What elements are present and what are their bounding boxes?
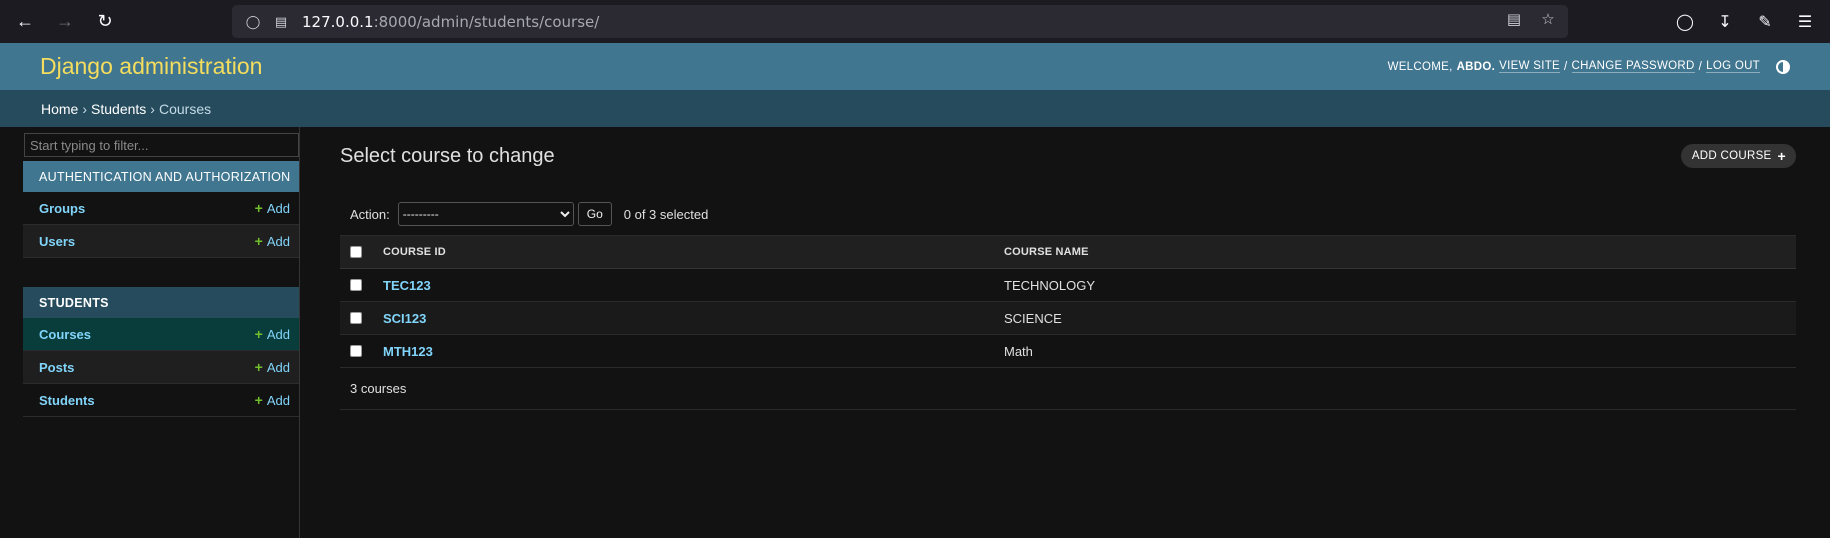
add-course-button[interactable]: Add course + [1680, 144, 1796, 168]
sidebar-item-label[interactable]: Groups [39, 201, 85, 216]
nav-filter-input[interactable] [24, 133, 299, 157]
url-text[interactable]: 127.0.0.1:8000/admin/students/course/ [302, 13, 599, 31]
username: abdo. [1456, 60, 1496, 73]
shield-icon[interactable]: ◯ [242, 11, 264, 33]
add-label: Add [266, 200, 290, 216]
add-label: Add [266, 326, 290, 342]
download-icon[interactable]: ↧ [1712, 12, 1738, 32]
plus-icon: + [1777, 148, 1786, 164]
add-label: Add [266, 392, 290, 408]
bookmark-star-icon[interactable]: ☆ [1538, 10, 1558, 28]
breadcrumb-separator: › [150, 100, 155, 117]
column-header-course-name[interactable]: Course name [1004, 246, 1089, 258]
row-checkbox[interactable] [350, 312, 362, 324]
separator: / [1564, 60, 1568, 73]
column-header-course-id[interactable]: Course ID [383, 246, 446, 258]
table-row: SCI123 SCIENCE [340, 302, 1796, 335]
course-name: SCIENCE [1004, 310, 1062, 326]
url-path: :8000/admin/students/course/ [373, 12, 600, 31]
table-header: Course ID Course name [340, 235, 1796, 269]
add-label: Add [266, 359, 290, 375]
course-id-link[interactable]: SCI123 [383, 311, 426, 326]
plus-icon: + [254, 392, 263, 408]
sidebar-item-students: Students + Add [23, 384, 299, 417]
actions-bar: Action: --------- Go 0 of 3 selected [350, 202, 708, 226]
sidebar-item-label[interactable]: Posts [39, 360, 74, 375]
add-posts-link[interactable]: + Add [255, 359, 290, 375]
pocket-icon[interactable]: ◯ [1672, 12, 1698, 32]
table-row: MTH123 Math [340, 335, 1796, 368]
sidebar-item-groups: Groups + Add [23, 192, 299, 225]
url-bar[interactable]: ◯ ▤ 127.0.0.1:8000/admin/students/course… [232, 5, 1568, 38]
log-out-link[interactable]: Log out [1706, 60, 1760, 73]
theme-toggle-icon[interactable] [1776, 59, 1790, 74]
breadcrumb-separator: › [82, 100, 88, 117]
url-host: 127.0.0.1 [302, 12, 374, 31]
add-courses-link[interactable]: + Add [255, 326, 290, 342]
user-tools: Welcome, abdo. View site / Change passwo… [1387, 59, 1790, 74]
add-label: Add [266, 233, 290, 249]
site-header: Django administration Welcome, abdo. Vie… [0, 43, 1830, 90]
forward-arrow-icon[interactable]: → [50, 7, 80, 37]
site-branding[interactable]: Django administration [40, 53, 262, 80]
table-row: TEC123 TECHNOLOGY [340, 269, 1796, 302]
back-arrow-icon[interactable]: ← [10, 7, 40, 37]
action-label: Action: [350, 206, 390, 222]
go-button[interactable]: Go [577, 202, 612, 226]
reload-icon[interactable]: ↻ [90, 7, 120, 37]
results-table: Course ID Course name TEC123 TECHNOLOGY … [340, 235, 1796, 410]
nav-sidebar: Authentication and Authorization Groups … [23, 127, 300, 538]
plus-icon: + [254, 200, 263, 216]
page-title: Select course to change [340, 145, 555, 167]
add-students-link[interactable]: + Add [255, 392, 290, 408]
change-password-link[interactable]: Change password [1571, 60, 1695, 73]
row-checkbox[interactable] [350, 279, 362, 291]
page-icon[interactable]: ▤ [270, 11, 292, 33]
plus-icon: + [254, 326, 263, 342]
module-caption-auth[interactable]: Authentication and Authorization [23, 161, 299, 192]
add-users-link[interactable]: + Add [255, 233, 290, 249]
breadcrumb-home[interactable]: Home [41, 101, 78, 117]
view-site-link[interactable]: View site [1499, 60, 1560, 73]
extensions-icon[interactable]: ✎ [1752, 12, 1778, 32]
menu-icon[interactable]: ☰ [1792, 12, 1818, 32]
course-id-link[interactable]: TEC123 [383, 278, 431, 293]
course-name: TECHNOLOGY [1004, 277, 1096, 293]
sidebar-item-users: Users + Add [23, 225, 299, 258]
paginator: 3 courses [340, 368, 1796, 410]
plus-icon: + [254, 233, 263, 249]
add-groups-link[interactable]: + Add [255, 200, 290, 216]
row-checkbox[interactable] [350, 345, 362, 357]
reader-view-icon[interactable]: ▤ [1504, 10, 1524, 28]
module-caption-students[interactable]: Students [23, 287, 299, 318]
plus-icon: + [254, 359, 263, 375]
browser-toolbar: ← → ↻ ◯ ▤ 127.0.0.1:8000/admin/students/… [0, 0, 1830, 43]
sidebar-item-posts: Posts + Add [23, 351, 299, 384]
breadcrumb-app[interactable]: Students [91, 101, 146, 117]
sidebar-item-label[interactable]: Courses [39, 327, 91, 342]
sidebar-item-label[interactable]: Users [39, 234, 75, 249]
course-name: Math [1004, 343, 1033, 359]
welcome-text: Welcome, [1387, 60, 1453, 73]
sidebar-item-courses: Courses + Add [23, 318, 299, 351]
sidebar-item-label[interactable]: Students [39, 393, 95, 408]
selection-count: 0 of 3 selected [623, 206, 709, 222]
separator: / [1698, 60, 1703, 73]
course-id-link[interactable]: MTH123 [383, 344, 433, 359]
breadcrumb-current: Courses [158, 100, 212, 117]
add-course-label: Add course [1691, 150, 1772, 162]
breadcrumb: Home › Students › Courses [0, 90, 1830, 127]
action-select[interactable]: --------- [397, 202, 574, 226]
select-all-checkbox[interactable] [350, 246, 362, 258]
